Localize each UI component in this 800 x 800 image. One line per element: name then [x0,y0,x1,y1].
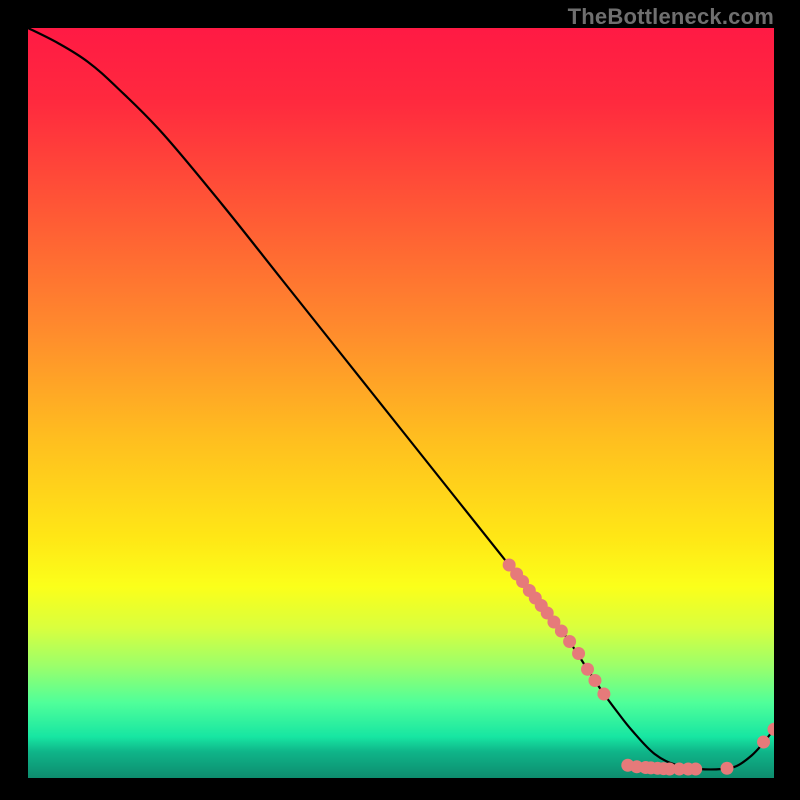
data-point [768,723,775,736]
data-point [588,674,601,687]
watermark-text: TheBottleneck.com [568,4,774,30]
data-point [572,647,585,660]
data-point [689,763,702,776]
data-point [581,663,594,676]
data-point [721,762,734,775]
data-point [555,625,568,638]
data-point [563,635,576,648]
data-point [757,736,770,749]
bottleneck-curve [28,28,774,769]
data-points [503,559,774,776]
chart-svg [28,28,774,778]
plot-area [28,28,774,778]
chart-stage: TheBottleneck.com [0,0,800,800]
data-point [597,688,610,701]
